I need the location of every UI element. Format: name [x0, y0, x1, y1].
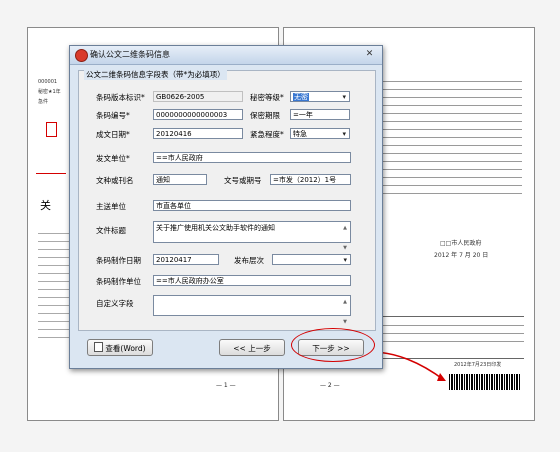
prev-step-button[interactable]: << 上一步: [219, 339, 285, 356]
custom-field-scrollbar[interactable]: ▲ ▼: [341, 297, 349, 325]
barcode-unit-label: 条码制作单位: [96, 277, 141, 286]
code-number-field[interactable]: 0000000000000003: [153, 109, 243, 120]
issuer-label: 发文单位*: [96, 154, 130, 163]
barcode-unit-field[interactable]: ==市人民政府办公室: [153, 275, 351, 286]
publish-level-select[interactable]: [272, 254, 351, 265]
urgency-label: 紧急程度*: [250, 130, 284, 139]
secret-level-select[interactable]: 无密: [290, 91, 350, 102]
secret-period-label: 保密期限: [250, 111, 280, 120]
urgency-select[interactable]: 特急: [290, 128, 350, 139]
secret-level-value: 无密: [293, 93, 309, 101]
barcode-date-label: 条码制作日期: [96, 256, 141, 265]
confirm-barcode-dialog: 确认公文二维条码信息 ✕ 公文二维条码信息字段表（带*为必填项） 条码版本标识*…: [69, 45, 383, 369]
dialog-titlebar[interactable]: 确认公文二维条码信息 ✕: [70, 46, 382, 65]
custom-field-label: 自定义字段: [96, 299, 134, 308]
secret-level-label: 秘密等级*: [250, 93, 284, 102]
doctype-field[interactable]: 通知: [153, 174, 207, 185]
doctype-label: 文种或刊名: [96, 176, 134, 185]
docnum-label: 文号或期号: [224, 176, 262, 185]
version-field: GB0626-2005: [153, 91, 243, 102]
publish-level-label: 发布层次: [234, 256, 264, 265]
version-label: 条码版本标识*: [96, 93, 145, 102]
recipient-label: 主送单位: [96, 202, 126, 211]
doctitle-textarea[interactable]: 关于推广使用机关公文助手软件的通知 ▲ ▼: [153, 221, 351, 251]
generated-barcode: [449, 374, 521, 390]
view-word-button[interactable]: 查看(Word): [87, 339, 153, 356]
app-logo-icon: [75, 49, 88, 62]
issuer-field[interactable]: ==市人民政府: [153, 152, 351, 163]
doctitle-label: 文件标题: [96, 226, 126, 235]
view-word-label: 查看(Word): [105, 344, 146, 353]
custom-field-textarea[interactable]: ▲ ▼: [153, 295, 351, 325]
date-field[interactable]: 20120416: [153, 128, 243, 139]
secret-period-field[interactable]: =一年: [290, 109, 350, 120]
recipient-field[interactable]: 市直各单位: [153, 200, 351, 211]
next-button-highlight-oval: [291, 328, 375, 362]
close-icon[interactable]: ✕: [363, 49, 376, 60]
code-number-label: 条码编号*: [96, 111, 130, 120]
doctitle-value: 关于推广使用机关公文助手软件的通知: [156, 224, 275, 232]
doctitle-scrollbar[interactable]: ▲ ▼: [341, 223, 349, 251]
docnum-field[interactable]: =市发（2012）1号: [270, 174, 351, 185]
document-icon: [94, 342, 104, 352]
group-title: 公文二维条码信息字段表（带*为必填项）: [84, 69, 227, 80]
date-label: 成文日期*: [96, 130, 130, 139]
barcode-date-field[interactable]: 20120417: [153, 254, 219, 265]
dialog-title: 确认公文二维条码信息: [90, 50, 170, 59]
